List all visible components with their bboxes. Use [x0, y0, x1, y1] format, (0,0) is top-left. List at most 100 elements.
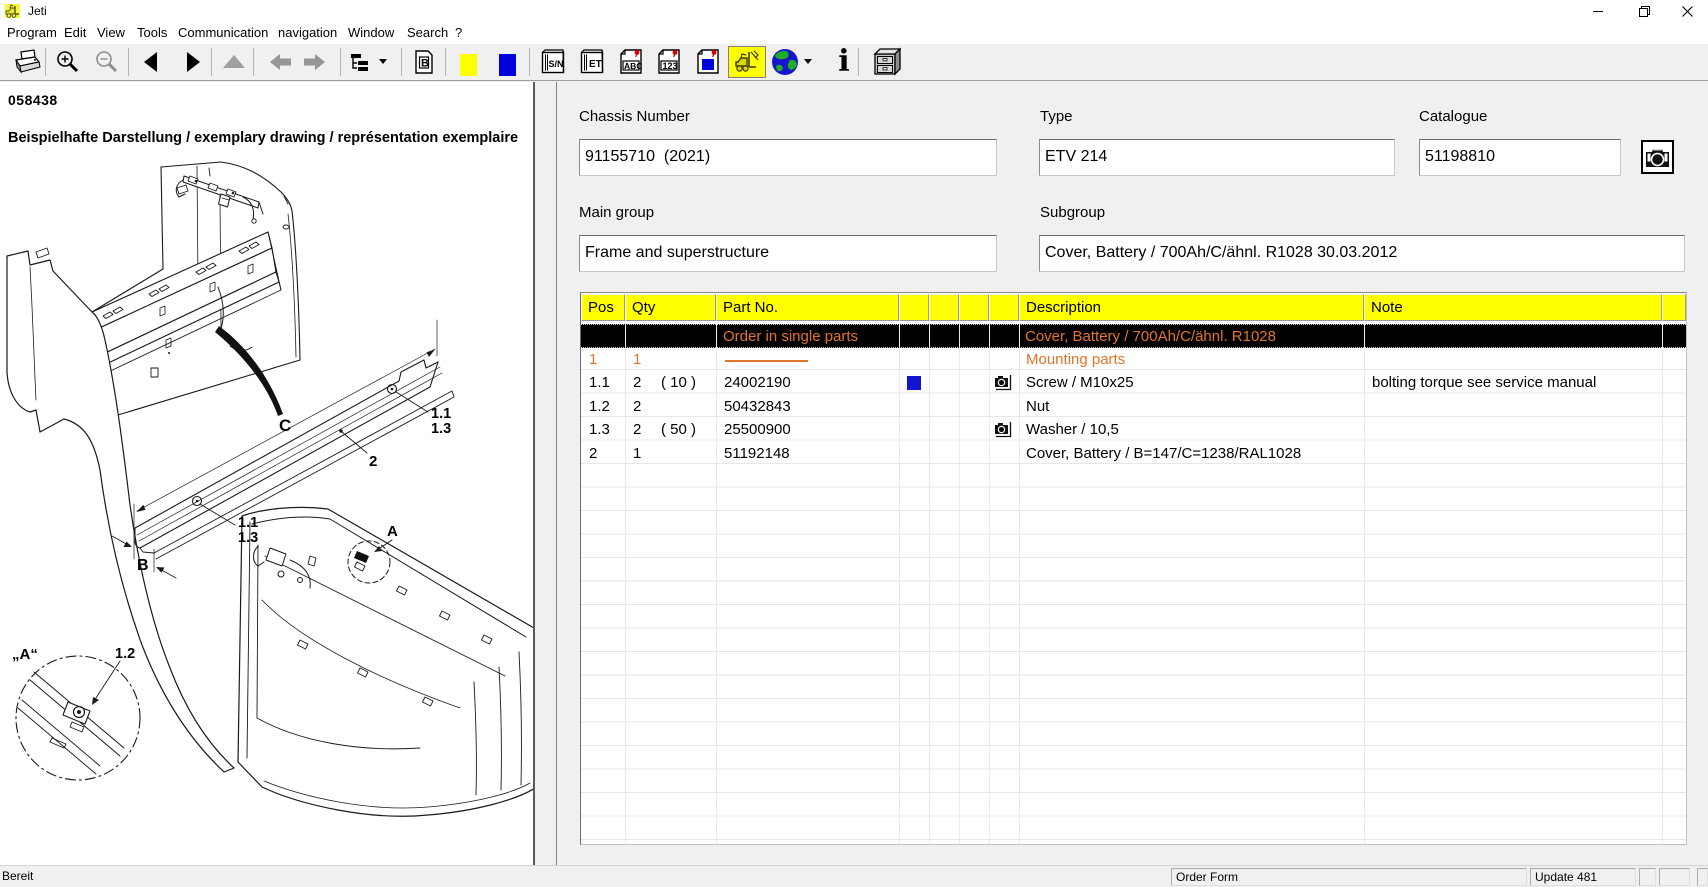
menu-help[interactable]: ?: [455, 22, 462, 43]
cell-pos: 1.1: [589, 374, 610, 391]
status-ready: Bereit: [2, 869, 34, 883]
zoom-in-button[interactable]: [49, 46, 87, 78]
menu-program[interactable]: Program: [7, 22, 57, 43]
header-note[interactable]: Note: [1364, 294, 1662, 321]
table-row-selected[interactable]: Order in single parts Cover, Battery / 7…: [581, 324, 1686, 348]
cell-qty-paren: ( 50 ): [661, 421, 697, 438]
table-column-line: [1364, 323, 1365, 844]
tree-view-button[interactable]: [345, 46, 393, 78]
app-icon: [5, 4, 20, 18]
cell-pos: 2: [589, 444, 598, 462]
toolbar-separator: [529, 48, 530, 76]
menu-search[interactable]: Search: [407, 22, 448, 43]
header-qty[interactable]: Qty: [625, 294, 716, 321]
history-forward-button[interactable]: [295, 46, 333, 78]
menu-view[interactable]: View: [97, 22, 125, 43]
table-row[interactable]: 1.2 2 50432843 Nut: [582, 395, 1686, 419]
abc-index-icon: ABC: [620, 49, 642, 74]
toolbar-separator: [445, 48, 446, 76]
header-description[interactable]: Description: [1019, 294, 1364, 321]
zoom-out-button[interactable]: [88, 46, 126, 78]
next-page-button[interactable]: [174, 46, 212, 78]
row-camera-icon[interactable]: [994, 374, 1012, 391]
toolbar-separator: [253, 48, 254, 76]
menu-tools[interactable]: Tools: [137, 22, 167, 43]
drawing-caption: Beispielhafte Darstellung / exemplary dr…: [8, 130, 519, 146]
yellow-marker-button[interactable]: [460, 54, 477, 76]
type-field[interactable]: ETV 214: [1039, 139, 1395, 176]
image-document-button[interactable]: [689, 46, 727, 78]
label-a-detail: „A“: [12, 646, 38, 663]
info-icon: i: [838, 44, 850, 79]
cabinet-icon: [873, 47, 901, 76]
catalogue-label: Catalogue: [1419, 108, 1488, 125]
header-extra[interactable]: [1662, 294, 1686, 321]
table-row[interactable]: 1.3 2 ( 50 ) 25500900 Washer / 10,5: [582, 418, 1686, 442]
header-part-no[interactable]: Part No.: [716, 294, 899, 321]
cell-qty: 2: [633, 397, 642, 415]
cell-pos: 1.2: [589, 397, 610, 415]
b-document-letter: B: [421, 58, 429, 70]
b-document-button[interactable]: B: [405, 46, 443, 78]
table-header-row: Pos Qty Part No. Description Note: [581, 293, 1686, 323]
cell-description: Washer / 10,5: [1026, 421, 1119, 438]
subgroup-field[interactable]: Cover, Battery / 700Ah/C/ähnl. R1028 30.…: [1039, 235, 1685, 272]
printer-icon: [14, 49, 41, 74]
restore-button[interactable]: [1621, 0, 1667, 22]
up-triangle-icon: [223, 55, 245, 68]
row-camera-icon[interactable]: [994, 421, 1012, 438]
header-pos[interactable]: Pos: [581, 294, 625, 321]
cell-qty-paren: ( 10 ): [661, 374, 697, 391]
menu-edit[interactable]: Edit: [64, 22, 86, 43]
close-button[interactable]: [1664, 0, 1708, 22]
menu-navigation[interactable]: navigation: [278, 22, 337, 43]
cell-description: Cover, Battery / 700Ah/C/ähnl. R1028: [1025, 328, 1276, 345]
menu-window[interactable]: Window: [348, 22, 394, 43]
chassis-number-label: Chassis Number: [579, 108, 690, 125]
serial-number-book-button[interactable]: S/N: [534, 46, 572, 78]
cell-description: Cover, Battery / B=147/C=1238/RAL1028: [1026, 444, 1302, 462]
catalogue-field[interactable]: 51198810: [1419, 139, 1621, 176]
label-11-bottom: 1.1: [238, 515, 258, 531]
blue-marker-button[interactable]: [499, 54, 516, 76]
header-flag3[interactable]: [959, 294, 989, 321]
alphabetical-index-button[interactable]: ABC: [612, 46, 650, 78]
table-row[interactable]: 1 1 Mounting parts: [582, 348, 1686, 372]
language-globe-button[interactable]: [768, 46, 816, 78]
label-a: A: [387, 523, 398, 540]
table-column-line: [899, 323, 900, 844]
main-group-label: Main group: [579, 204, 655, 221]
archive-cabinet-button[interactable]: [863, 46, 905, 78]
catalogue-photo-button[interactable]: [1641, 140, 1674, 174]
level-up-button[interactable]: [215, 46, 253, 78]
drawing-number: 058438: [8, 92, 58, 108]
table-row[interactable]: 2 1 51192148 Cover, Battery / B=147/C=12…: [582, 442, 1686, 466]
header-marker[interactable]: [899, 294, 929, 321]
header-flag2[interactable]: [929, 294, 959, 321]
spare-parts-book-button[interactable]: ET: [573, 46, 611, 78]
minimize-button[interactable]: [1575, 0, 1621, 22]
main-group-field[interactable]: Frame and superstructure: [579, 235, 997, 272]
menu-bar: Program Edit View Tools Communication na…: [0, 22, 1708, 44]
numerical-index-button[interactable]: 123: [650, 46, 688, 78]
back-arrow-icon: [270, 54, 291, 70]
vehicle-view-button[interactable]: [728, 46, 766, 78]
tree-icon: [351, 54, 387, 71]
table-row[interactable]: 1.1 2 ( 10 ) 24002190 Screw / M10x25 bol…: [582, 371, 1686, 395]
menu-communication[interactable]: Communication: [178, 22, 268, 43]
et-book-label: ET: [589, 59, 602, 70]
globe-icon: [772, 49, 812, 75]
print-button[interactable]: [8, 46, 46, 78]
exploded-view-drawing[interactable]: C 2 1.1 1.3 1.1 1.3 B A „A“ 1.2: [0, 150, 533, 865]
chassis-number-field[interactable]: 91155710 (2021): [579, 139, 997, 176]
subgroup-label: Subgroup: [1040, 204, 1106, 221]
previous-page-button[interactable]: [132, 46, 170, 78]
header-photo[interactable]: [989, 294, 1019, 321]
sn-book-icon: S/N: [541, 49, 565, 74]
cell-pos: 1.3: [589, 421, 610, 438]
toolbar-separator: [128, 48, 129, 76]
parts-table: Pos Qty Part No. Description Note Order …: [580, 292, 1687, 845]
cell-description: Nut: [1026, 397, 1050, 415]
cell-qty: 2: [633, 374, 642, 391]
minimize-icon: [1592, 10, 1603, 12]
